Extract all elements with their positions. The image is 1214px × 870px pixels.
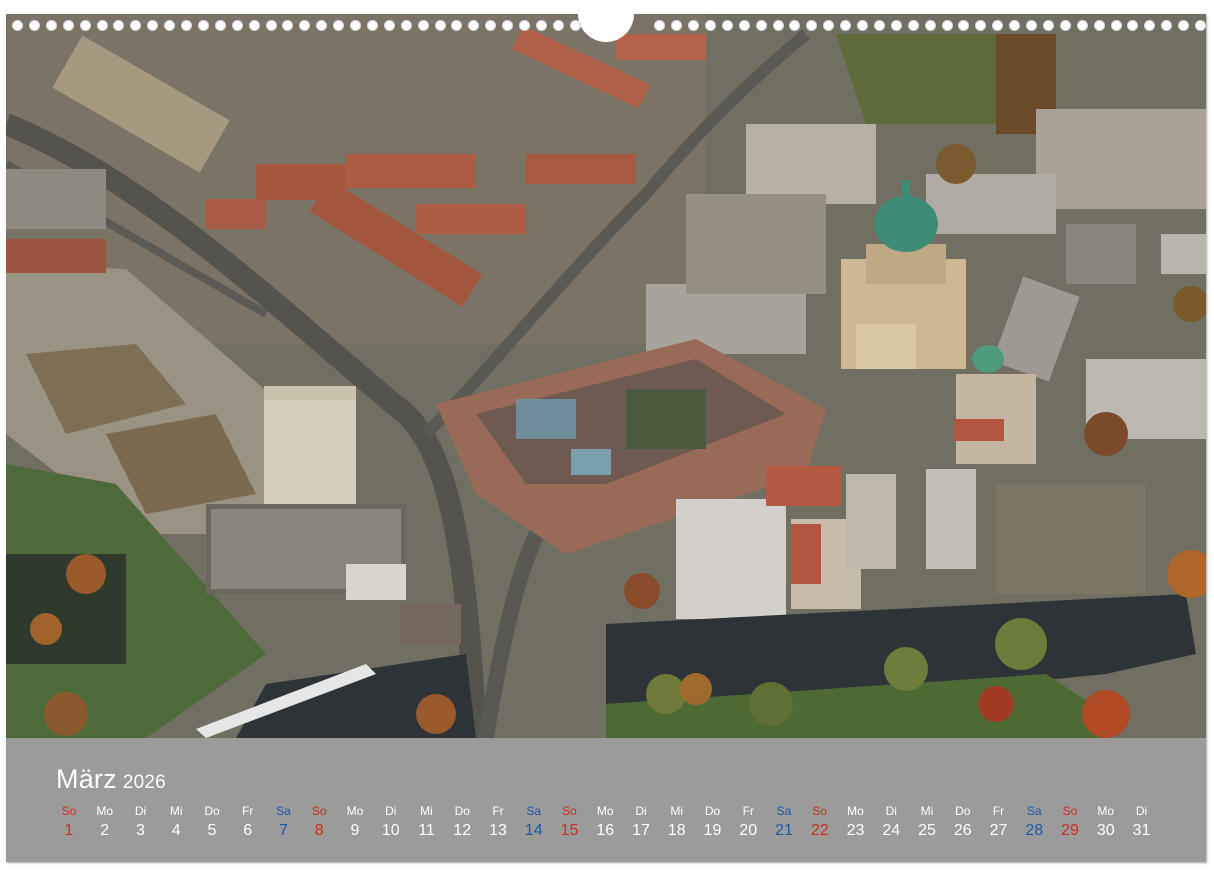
weekday-label: So <box>1062 804 1078 818</box>
day-15: So 15 <box>552 804 588 840</box>
day-number: 1 <box>64 822 74 839</box>
day-24: Di 24 <box>873 804 909 840</box>
day-number: 10 <box>381 822 400 839</box>
day-number: 22 <box>810 822 829 839</box>
day-number: 12 <box>453 822 472 839</box>
weekday-label: Mi <box>920 804 934 818</box>
day-4: Mi 4 <box>158 804 194 840</box>
day-number: 16 <box>596 822 615 839</box>
day-number: 30 <box>1096 822 1115 839</box>
weekday-label: So <box>562 804 577 818</box>
day-number: 14 <box>524 822 543 839</box>
day-number: 18 <box>667 822 686 839</box>
weekday-label: Mo <box>1097 804 1115 818</box>
day-number: 28 <box>1025 822 1044 839</box>
day-5: Do 5 <box>194 804 230 840</box>
day-3: Di 3 <box>123 804 159 840</box>
day-number: 8 <box>314 822 324 839</box>
day-11: Mi 11 <box>409 804 445 840</box>
day-number: 26 <box>953 822 972 839</box>
day-28: Sa 28 <box>1016 804 1052 840</box>
day-number: 21 <box>775 822 793 839</box>
day-10: Di 10 <box>373 804 409 840</box>
day-27: Fr 27 <box>981 804 1017 840</box>
day-22: So 22 <box>802 804 838 840</box>
day-19: Do 19 <box>695 804 731 840</box>
day-8: So 8 <box>301 804 337 840</box>
day-number: 24 <box>882 822 901 839</box>
day-13: Fr 13 <box>480 804 516 840</box>
weekday-label: Fr <box>492 804 504 818</box>
weekday-label: So <box>812 804 828 818</box>
day-number: 31 <box>1132 822 1151 839</box>
weekday-label: Do <box>704 804 721 818</box>
weekday-label: Sa <box>276 804 291 818</box>
weekday-label: Fr <box>992 804 1005 818</box>
day-number: 2 <box>100 822 110 839</box>
day-number: 3 <box>136 822 145 839</box>
weekday-label: Di <box>635 804 647 818</box>
day-21: Sa 21 <box>766 804 802 840</box>
day-29: So 29 <box>1052 804 1088 840</box>
day-number: 19 <box>703 822 722 839</box>
weekday-label: Sa <box>776 804 792 818</box>
weekday-label: Sa <box>526 804 542 818</box>
day-20: Fr 20 <box>730 804 766 840</box>
month-title: März 2026 <box>56 764 166 795</box>
day-number: 20 <box>739 822 758 839</box>
weekday-label: Mi <box>670 804 684 818</box>
day-18: Mi 18 <box>659 804 695 840</box>
day-17: Di 17 <box>623 804 659 840</box>
day-12: Do 12 <box>444 804 480 840</box>
day-1: So 1 <box>51 804 87 840</box>
weekday-label: Do <box>454 804 470 818</box>
weekday-label: Mo <box>847 804 864 818</box>
day-number: 13 <box>489 822 507 839</box>
weekday-label: Fr <box>242 804 254 818</box>
weekday-label: Di <box>885 804 897 818</box>
day-number: 9 <box>350 822 360 839</box>
weekday-label: Di <box>1135 804 1148 818</box>
weekday-label: Mi <box>420 804 433 818</box>
day-16: Mo 16 <box>587 804 623 840</box>
day-14: Sa 14 <box>516 804 552 840</box>
aerial-city-photo <box>6 14 1206 738</box>
day-23: Mo 23 <box>838 804 874 840</box>
calendar-strip: März 2026 So 1 Mo 2 Di 3 Mi 4 Do 5 Fr 6 Sa 7 So 8 Mo 9 Di 10… <box>6 738 1206 862</box>
day-number: 25 <box>918 822 936 839</box>
day-30: Mo 30 <box>1088 804 1124 840</box>
day-number: 23 <box>846 822 865 839</box>
month-year: 2026 <box>122 772 166 793</box>
day-7: Sa 7 <box>266 804 302 840</box>
day-number: 15 <box>560 822 579 839</box>
day-2: Mo 2 <box>87 804 123 840</box>
day-number: 29 <box>1061 822 1079 839</box>
day-number: 6 <box>243 822 253 839</box>
weekday-label: So <box>61 804 77 818</box>
day-number: 5 <box>207 822 217 839</box>
month-name: März <box>56 764 117 794</box>
weekday-label: So <box>311 804 327 818</box>
weekday-label: Di <box>385 804 397 818</box>
day-9: Mo 9 <box>337 804 373 840</box>
day-number: 17 <box>632 822 650 839</box>
weekday-label: Mo <box>596 804 614 818</box>
weekday-label: Di <box>134 804 147 818</box>
day-number: 27 <box>989 822 1008 839</box>
calendar-page: März 2026 So 1 Mo 2 Di 3 Mi 4 Do 5 Fr 6 Sa 7 So 8 Mo 9 Di 10… <box>6 14 1206 862</box>
weekday-label: Do <box>204 804 220 818</box>
weekday-label: Mi <box>169 804 183 818</box>
day-25: Mi 25 <box>909 804 945 840</box>
weekday-label: Mo <box>96 804 114 818</box>
day-31: Di 31 <box>1124 804 1160 840</box>
day-number: 11 <box>418 822 435 839</box>
weekday-label: Mo <box>346 804 364 818</box>
weekday-label: Sa <box>1026 804 1042 818</box>
weekday-label: Do <box>955 804 971 818</box>
day-26: Do 26 <box>945 804 981 840</box>
day-number: 7 <box>279 822 288 839</box>
day-number: 4 <box>171 822 181 839</box>
weekday-label: Fr <box>742 804 754 818</box>
day-6: Fr 6 <box>230 804 266 840</box>
